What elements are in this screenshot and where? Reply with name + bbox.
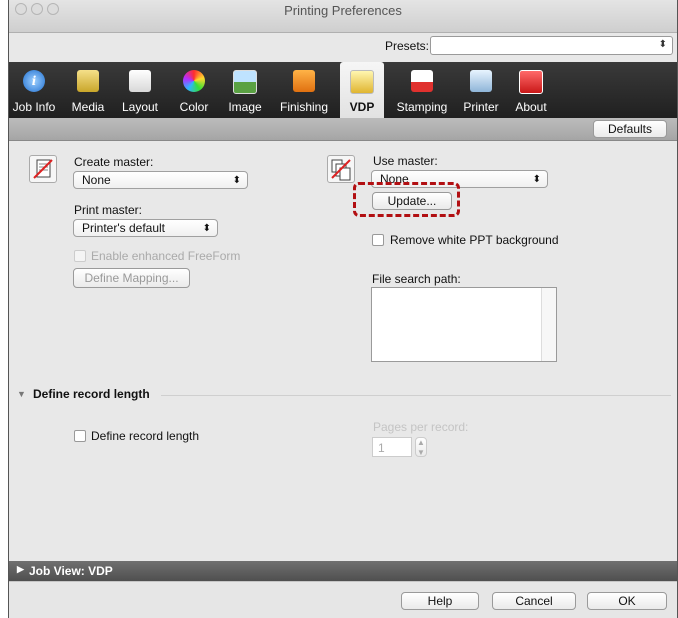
layout-icon <box>129 70 151 92</box>
define-mapping-button[interactable]: Define Mapping... <box>73 268 190 288</box>
define-record-length-checkbox[interactable] <box>74 430 86 442</box>
print-master-value: Printer's default <box>82 221 165 235</box>
footer: Help Cancel OK <box>9 581 677 618</box>
remove-white-ppt-checkbox[interactable] <box>372 234 384 246</box>
help-button[interactable]: Help <box>401 592 479 610</box>
file-search-path-field[interactable] <box>371 287 557 362</box>
create-master-value: None <box>82 173 111 187</box>
enable-freeform-checkbox[interactable] <box>74 250 86 262</box>
tab-job-info[interactable]: i Job Info <box>9 62 59 118</box>
create-master-icon <box>29 155 57 183</box>
file-search-path-label: File search path: <box>372 272 461 286</box>
tab-image[interactable]: Image <box>221 62 269 118</box>
print-master-label: Print master: <box>74 203 143 217</box>
use-master-label: Use master: <box>373 154 438 168</box>
pages-per-record-stepper[interactable]: ▲ ▼ <box>415 437 427 457</box>
select-arrows-icon: ⬍ <box>658 39 667 50</box>
define-record-length-label: Define record length <box>91 429 200 443</box>
print-master-select[interactable]: Printer's default ⬍ <box>73 219 218 237</box>
tab-stamping[interactable]: Stamping <box>391 62 453 118</box>
defaults-bar: Defaults <box>9 118 677 141</box>
tab-layout[interactable]: Layout <box>116 62 164 118</box>
tab-label: Image <box>228 100 262 114</box>
use-master-glyph-icon <box>331 159 351 181</box>
vdp-icon <box>350 70 374 94</box>
tab-label: Stamping <box>396 100 448 114</box>
tab-printer[interactable]: Printer <box>458 62 504 118</box>
tab-vdp[interactable]: VDP <box>340 62 384 118</box>
tab-label: About <box>515 100 547 114</box>
tab-about[interactable]: About <box>509 62 553 118</box>
enable-freeform-label: Enable enhanced FreeForm <box>91 249 241 263</box>
create-master-select[interactable]: None ⬍ <box>73 171 248 189</box>
record-section-title: Define record length <box>33 387 150 401</box>
about-icon <box>519 70 543 94</box>
tab-label: Layout <box>121 100 159 114</box>
pages-per-record-label: Pages per record: <box>373 420 469 434</box>
tab-label: Color <box>179 100 209 114</box>
pages-per-record-field[interactable]: 1 <box>372 437 412 457</box>
tab-label: Media <box>71 100 105 114</box>
finishing-icon <box>293 70 315 92</box>
tab-label: Job Info <box>12 100 56 114</box>
info-icon: i <box>23 70 45 92</box>
select-arrows-icon: ⬍ <box>202 223 211 234</box>
job-view-bar[interactable]: ▶ Job View: VDP <box>9 561 677 581</box>
stamping-icon <box>411 70 433 92</box>
update-button-highlight <box>353 182 460 217</box>
file-search-scrollbar[interactable] <box>541 288 556 361</box>
toolbar: i Job Info Media Layout Color Image Fini… <box>9 62 677 118</box>
tab-label: Printer <box>463 100 499 114</box>
color-wheel-icon <box>183 70 205 92</box>
create-master-label: Create master: <box>74 155 154 169</box>
tab-media[interactable]: Media <box>64 62 112 118</box>
create-master-glyph-icon <box>33 159 53 179</box>
job-view-label: Job View: VDP <box>29 564 113 578</box>
tab-label: VDP <box>349 100 375 114</box>
disclosure-triangle-right-icon: ▶ <box>17 564 24 574</box>
presets-label: Presets: <box>385 39 430 53</box>
ok-button[interactable]: OK <box>587 592 667 610</box>
image-icon <box>233 70 257 94</box>
select-arrows-icon: ⬍ <box>232 175 241 186</box>
section-divider <box>161 395 671 396</box>
disclosure-triangle-icon[interactable]: ▼ <box>17 389 26 399</box>
select-arrows-icon: ⬍ <box>532 174 541 185</box>
media-icon <box>77 70 99 92</box>
defaults-button[interactable]: Defaults <box>593 120 667 138</box>
pages-per-record-value: 1 <box>378 441 385 455</box>
printer-icon <box>470 70 492 92</box>
window-title: Printing Preferences <box>284 3 402 18</box>
tab-finishing[interactable]: Finishing <box>275 62 333 118</box>
remove-white-ppt-label: Remove white PPT background <box>390 233 559 247</box>
tab-label: Finishing <box>279 100 329 114</box>
presets-select[interactable]: ⬍ <box>430 36 673 55</box>
printing-preferences-window: Printing Preferences Presets: ⬍ i Job In… <box>8 0 678 618</box>
cancel-button[interactable]: Cancel <box>492 592 576 610</box>
title-bar: Printing Preferences <box>9 0 677 33</box>
use-master-icon <box>327 155 355 183</box>
tab-color[interactable]: Color <box>170 62 218 118</box>
